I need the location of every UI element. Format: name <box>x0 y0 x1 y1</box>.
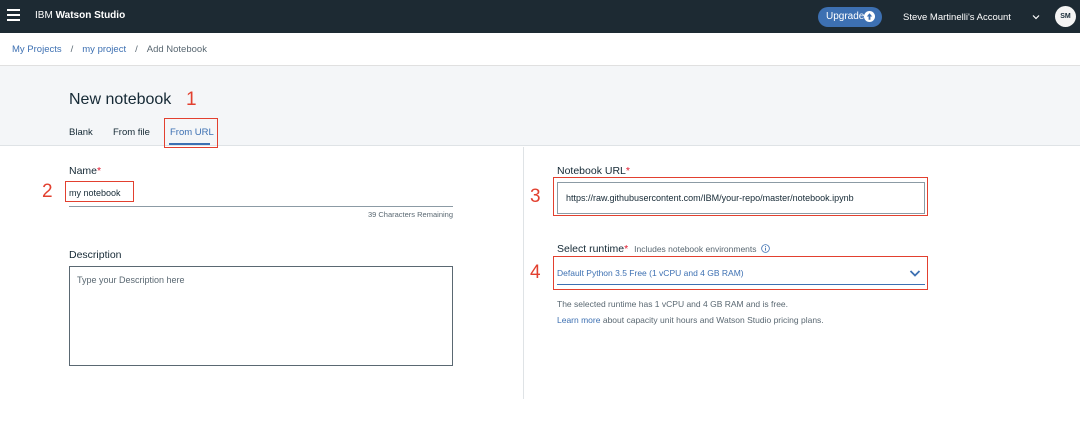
account-switcher[interactable]: Steve Martinelli's Account <box>903 12 1011 23</box>
required-marker: * <box>97 165 102 177</box>
required-marker: * <box>625 165 630 177</box>
top-nav-bar: IBM Watson Studio Upgrade Steve Martinel… <box>0 0 1080 33</box>
annotation-number-1: 1 <box>186 89 197 110</box>
app-brand[interactable]: IBM Watson Studio <box>35 10 125 21</box>
name-label-text: Name <box>69 165 98 177</box>
name-label: Name* <box>69 165 101 177</box>
avatar[interactable]: SM <box>1055 6 1076 27</box>
upgrade-button[interactable]: Upgrade <box>818 7 882 27</box>
breadcrumb-separator: / <box>70 44 74 55</box>
annotation-box-2 <box>65 181 134 202</box>
info-icon[interactable] <box>761 244 771 253</box>
notebook-url-label: Notebook URL* <box>557 165 630 177</box>
characters-remaining: 39 Characters Remaining <box>367 210 453 219</box>
annotation-number-4: 4 <box>530 262 541 283</box>
required-marker: * <box>624 243 629 255</box>
name-input-underline <box>69 206 453 207</box>
runtime-info-text: The selected runtime has 1 vCPU and 4 GB… <box>557 299 789 309</box>
hamburger-menu-icon[interactable] <box>7 9 20 23</box>
column-divider <box>523 147 524 399</box>
tab-blank[interactable]: Blank <box>69 127 93 138</box>
annotation-box-3 <box>553 177 928 216</box>
brand-product: Watson Studio <box>55 10 126 21</box>
runtime-label-text: Select runtime <box>557 243 625 255</box>
tab-from-file[interactable]: From file <box>113 127 150 138</box>
breadcrumb-separator: / <box>135 44 138 55</box>
runtime-sublabel: Includes notebook environments <box>634 244 757 254</box>
runtime-pricing-text: Learn more about capacity unit hours and… <box>557 315 824 325</box>
arrow-up-icon <box>864 11 875 22</box>
description-textarea[interactable] <box>69 266 453 366</box>
breadcrumb: My Projects / my project / Add Notebook <box>12 44 207 55</box>
brand-prefix: IBM <box>35 10 53 21</box>
learn-more-link[interactable]: Learn more <box>557 315 600 325</box>
description-label: Description <box>69 249 122 261</box>
upgrade-label: Upgrade <box>826 11 865 22</box>
annotation-number-3: 3 <box>530 186 541 207</box>
runtime-label: Select runtime* Includes notebook enviro… <box>557 243 771 255</box>
notebook-url-label-text: Notebook URL <box>557 165 626 177</box>
annotation-box-1 <box>164 118 218 148</box>
breadcrumb-my-projects[interactable]: My Projects <box>12 44 62 55</box>
chevron-down-icon[interactable] <box>1031 12 1041 22</box>
page-title: New notebook <box>69 91 172 108</box>
learn-more-rest: about capacity unit hours and Watson Stu… <box>602 315 824 325</box>
annotation-number-2: 2 <box>42 181 53 202</box>
annotation-box-4 <box>553 256 928 290</box>
breadcrumb-my-project[interactable]: my project <box>82 44 126 55</box>
breadcrumb-current: Add Notebook <box>146 44 207 55</box>
